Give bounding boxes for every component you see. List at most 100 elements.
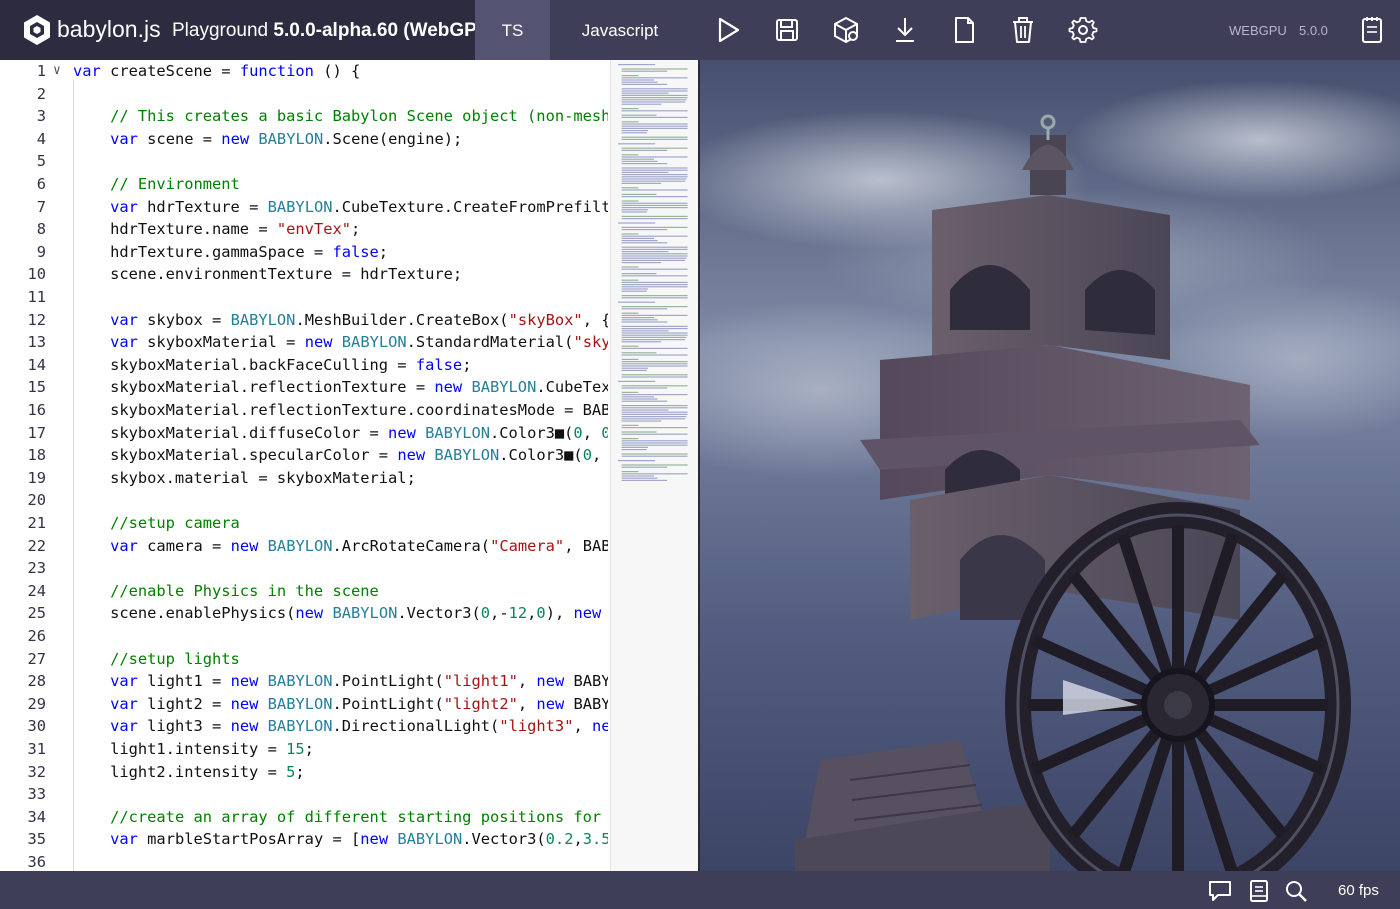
code-text: var skyboxMaterial = new BABYLON.Standar… xyxy=(110,333,608,352)
render-canvas[interactable] xyxy=(700,60,1400,871)
search-button[interactable] xyxy=(1283,878,1309,904)
code-line[interactable]: 11 xyxy=(0,286,612,309)
line-number: 19 xyxy=(27,468,46,487)
code-line[interactable]: 15 skyboxMaterial.reflectionTexture = ne… xyxy=(0,376,612,399)
code-text: scene.environmentTexture = hdrTexture; xyxy=(73,265,463,284)
tab-javascript[interactable]: Javascript xyxy=(555,0,685,60)
code-line[interactable]: 13 var skyboxMaterial = new BABYLON.Stan… xyxy=(0,331,612,354)
code-line[interactable]: 31 light1.intensity = 15; xyxy=(0,738,612,761)
code-line[interactable]: 30 var light3 = new BABYLON.DirectionalL… xyxy=(0,715,612,738)
code-text: skyboxMaterial.backFaceCulling = false; xyxy=(73,355,472,374)
code-text: skybox.material = skyboxMaterial; xyxy=(73,468,416,487)
code-line[interactable]: 5 xyxy=(0,150,612,173)
code-line[interactable]: 36 xyxy=(0,851,612,871)
code-line[interactable]: 27 //setup lights xyxy=(0,648,612,671)
code-text: light1.intensity = 15; xyxy=(73,740,314,758)
line-number: 21 xyxy=(27,514,46,532)
code-line[interactable]: 10 scene.environmentTexture = hdrTexture… xyxy=(0,263,612,286)
code-line[interactable]: 2 xyxy=(0,83,612,106)
code-text: var light3 = new BABYLON.DirectionalLigh… xyxy=(110,717,608,736)
inspector-icon xyxy=(834,16,858,44)
code-line[interactable]: 24 //enable Physics in the scene xyxy=(0,580,612,603)
code-text: scene.enablePhysics(new BABYLON.Vector3(… xyxy=(73,604,602,623)
code-text: //enable Physics in the scene xyxy=(110,581,379,600)
code-line[interactable]: 22 var camera = new BABYLON.ArcRotateCam… xyxy=(0,535,612,558)
fps-counter: 60 fps xyxy=(1338,882,1379,899)
toggle-editor-button[interactable] xyxy=(1355,13,1389,47)
code-text: light2.intensity = 5; xyxy=(73,762,305,781)
search-icon xyxy=(1286,881,1307,902)
line-number: 17 xyxy=(27,423,46,442)
line-number: 34 xyxy=(27,807,46,826)
code-line[interactable]: 25 scene.enablePhysics(new BABYLON.Vecto… xyxy=(0,602,612,625)
fold-chevron-icon[interactable]: ∨ xyxy=(53,60,61,83)
inspector-button[interactable] xyxy=(829,13,863,47)
code-line[interactable]: 12 var skybox = BABYLON.MeshBuilder.Crea… xyxy=(0,309,612,332)
line-number: 30 xyxy=(27,717,46,736)
code-text: var light2 = new BABYLON.PointLight("lig… xyxy=(110,694,608,713)
brand-area: babylon.js Playground 5.0.0-alpha.60 (We… xyxy=(0,0,497,60)
line-number: 16 xyxy=(27,401,46,419)
line-number: 26 xyxy=(27,627,46,645)
code-line[interactable]: 4 var scene = new BABYLON.Scene(engine); xyxy=(0,128,612,151)
download-button[interactable] xyxy=(888,13,922,47)
code-text: var createScene = function () { xyxy=(73,62,361,80)
code-line[interactable]: 8 hdrTexture.name = "envTex"; xyxy=(0,218,612,241)
code-line[interactable]: 17 skyboxMaterial.diffuseColor = new BAB… xyxy=(0,422,612,445)
code-line[interactable]: 29 var light2 = new BABYLON.PointLight("… xyxy=(0,693,612,716)
code-line[interactable]: 3 // This creates a basic Babylon Scene … xyxy=(0,105,612,128)
run-button[interactable] xyxy=(711,13,745,47)
code-text: var marbleStartPosArray = [new BABYLON.V… xyxy=(110,830,608,849)
notepad-icon xyxy=(1362,17,1382,43)
code-line[interactable]: 7 var hdrTexture = BABYLON.CubeTexture.C… xyxy=(0,196,612,219)
status-bar: 60 fps xyxy=(0,871,1400,909)
save-button[interactable] xyxy=(770,13,804,47)
feedback-button[interactable] xyxy=(1207,878,1233,904)
line-number: 27 xyxy=(27,649,46,668)
code-text: // This creates a basic Babylon Scene ob… xyxy=(110,107,608,126)
code-line[interactable]: 26 xyxy=(0,625,612,648)
code-line[interactable]: 1 ∨ var createScene = function () { xyxy=(0,60,612,83)
code-line[interactable]: 9 hdrTexture.gammaSpace = false; xyxy=(0,241,612,264)
line-number: 14 xyxy=(27,355,46,374)
code-line[interactable]: 34 //create an array of different starti… xyxy=(0,806,612,829)
code-line[interactable]: 20 xyxy=(0,489,612,512)
code-line[interactable]: 21 //setup camera xyxy=(0,512,612,535)
code-text: var scene = new BABYLON.Scene(engine); xyxy=(110,129,463,148)
code-line[interactable]: 33 xyxy=(0,783,612,806)
code-line[interactable]: 28 var light1 = new BABYLON.PointLight("… xyxy=(0,670,612,693)
code-text: skyboxMaterial.reflectionTexture = new B… xyxy=(73,378,608,397)
code-line[interactable]: 35 var marbleStartPosArray = [new BABYLO… xyxy=(0,828,612,851)
clear-button[interactable] xyxy=(1006,13,1040,47)
minimap-slider[interactable] xyxy=(610,60,698,871)
line-number: 22 xyxy=(27,536,46,555)
code-line[interactable]: 14 skyboxMaterial.backFaceCulling = fals… xyxy=(0,354,612,377)
line-number: 18 xyxy=(27,446,46,465)
settings-icon xyxy=(1068,17,1098,43)
code-editor[interactable]: 1 ∨ var createScene = function () {2 3 // T… xyxy=(0,60,698,871)
line-number: 15 xyxy=(27,378,46,397)
code-text: var skybox = BABYLON.MeshBuilder.CreateB… xyxy=(110,310,608,329)
settings-button[interactable] xyxy=(1066,13,1100,47)
code-text: hdrTexture.name = "envTex"; xyxy=(73,220,361,239)
line-number: 11 xyxy=(27,288,46,306)
line-number: 13 xyxy=(27,333,46,352)
code-text: hdrTexture.gammaSpace = false; xyxy=(73,242,389,261)
code-line[interactable]: 6 // Environment xyxy=(0,173,612,196)
code-text: var light1 = new BABYLON.PointLight("lig… xyxy=(110,672,608,691)
tab-typescript[interactable]: TS xyxy=(475,0,550,60)
code-text: skyboxMaterial.specularColor = new BABYL… xyxy=(73,446,602,465)
version-label: 5.0.0 xyxy=(1299,23,1328,38)
line-number: 3 xyxy=(36,107,46,126)
code-text: //create an array of different starting … xyxy=(110,807,608,826)
title-prefix: Playground xyxy=(172,20,274,41)
clear-icon xyxy=(1013,17,1033,43)
code-line[interactable]: 18 skyboxMaterial.specularColor = new BA… xyxy=(0,444,612,467)
code-line[interactable]: 16 skyboxMaterial.reflectionTexture.coor… xyxy=(0,399,612,422)
examples-button[interactable] xyxy=(1246,878,1272,904)
title-version: 5.0.0-alpha.60 (WebGPU) xyxy=(273,20,497,41)
code-line[interactable]: 32 light2.intensity = 5; xyxy=(0,761,612,784)
new-button[interactable] xyxy=(947,13,981,47)
code-line[interactable]: 19 skybox.material = skyboxMaterial; xyxy=(0,467,612,490)
code-line[interactable]: 23 xyxy=(0,557,612,580)
